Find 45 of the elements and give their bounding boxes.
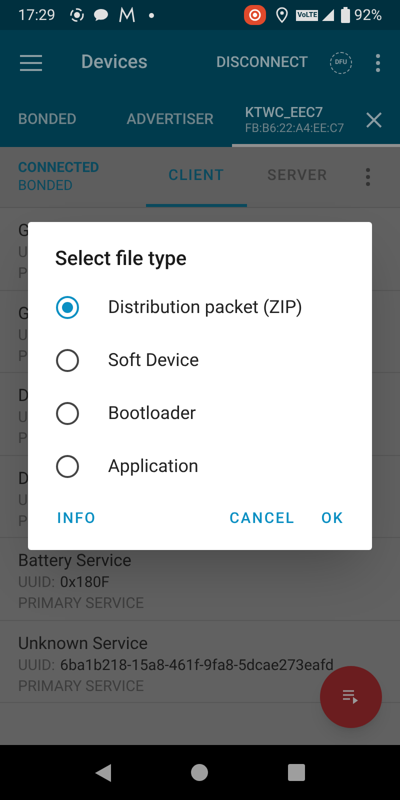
option-label: Distribution packet (ZIP): [108, 296, 302, 320]
info-button[interactable]: INFO: [48, 499, 106, 538]
uuid-value: 0x180F: [60, 572, 110, 593]
device-tab[interactable]: ADVERTISER: [108, 95, 232, 147]
radio-button[interactable]: [56, 402, 79, 425]
more-icon: [376, 54, 380, 72]
uuid-value: 6ba1b218-15a8-461f-9fa8-5dcae273eafd: [60, 654, 334, 676]
file-type-option[interactable]: Soft Device: [28, 334, 372, 387]
device-tab[interactable]: BONDED: [0, 95, 108, 147]
file-type-option[interactable]: Bootloader: [28, 387, 372, 440]
radio-button[interactable]: [56, 296, 79, 319]
file-type-option[interactable]: Distribution packet (ZIP): [28, 281, 372, 334]
notification-dot-icon: [149, 12, 154, 18]
bond-state: BONDED: [18, 177, 74, 195]
location-icon: [276, 7, 288, 23]
service-name: D: [18, 385, 30, 407]
connection-state: CONNECTED: [18, 159, 100, 177]
radio-button[interactable]: [56, 455, 79, 478]
record-icon: [69, 7, 86, 23]
service-name: Unknown Service: [18, 632, 148, 654]
service-name: Battery Service: [18, 550, 132, 572]
mail-logo-icon: [119, 7, 136, 23]
toolbar-title: Devices: [81, 49, 148, 76]
battery-percent: 92%: [354, 4, 382, 26]
disconnect-button[interactable]: DISCONNECT: [216, 51, 308, 74]
cancel-button[interactable]: CANCEL: [221, 499, 304, 538]
option-label: Soft Device: [108, 349, 199, 373]
chat-icon: [93, 8, 110, 22]
clock: 17:29: [18, 4, 56, 26]
playlist-icon: [343, 690, 359, 704]
signal-icon: [321, 8, 336, 22]
cast-icon: [244, 5, 266, 25]
home-icon[interactable]: [191, 764, 208, 781]
option-label: Bootloader: [108, 402, 196, 426]
overflow-icon: [366, 168, 370, 186]
radio-button[interactable]: [56, 349, 79, 372]
dialog-title: Select file type: [55, 245, 188, 271]
back-icon[interactable]: [95, 764, 111, 782]
menu-icon[interactable]: [20, 54, 42, 70]
file-type-option[interactable]: Application: [28, 440, 372, 493]
service-name: D: [18, 468, 30, 490]
close-icon[interactable]: [366, 112, 382, 128]
ok-button[interactable]: OK: [313, 499, 352, 538]
battery-icon: [341, 7, 350, 23]
option-label: Application: [108, 455, 198, 479]
